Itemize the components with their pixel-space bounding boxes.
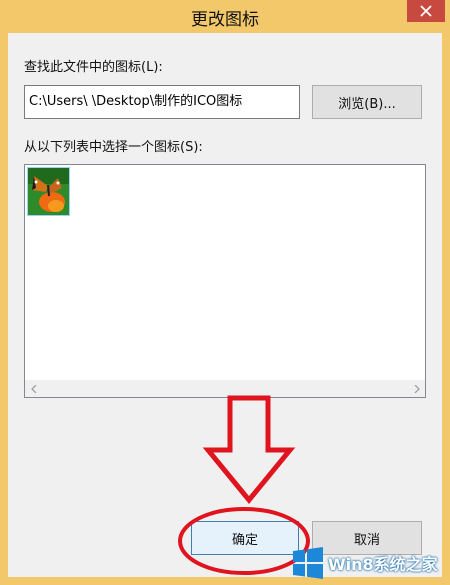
scroll-left-button[interactable] [25, 380, 42, 397]
file-field-label: 查找此文件中的图标(L): [24, 60, 163, 75]
close-icon [420, 5, 432, 17]
windows-logo-icon [293, 547, 323, 579]
title-bar[interactable]: 更改图标 [0, 0, 450, 33]
ok-button[interactable]: 确定 [191, 521, 299, 555]
watermark: Win8系统之家 [292, 545, 450, 585]
dialog-body: 查找此文件中的图标(L): C:\Users\ \Desktop\制作的ICO图… [8, 33, 442, 577]
icon-list-item[interactable] [27, 167, 70, 216]
chevron-left-icon [30, 384, 36, 393]
horizontal-scrollbar[interactable] [25, 380, 425, 397]
icon-listbox[interactable] [24, 164, 426, 398]
icon-file-path-input[interactable]: C:\Users\ \Desktop\制作的ICO图标 [24, 85, 300, 119]
close-button[interactable] [407, 0, 445, 22]
icon-list-label: 从以下列表中选择一个图标(S): [24, 140, 203, 155]
scroll-right-button[interactable] [408, 380, 425, 397]
window-title: 更改图标 [191, 10, 259, 30]
butterfly-flower-icon [28, 168, 69, 215]
browse-button[interactable]: 浏览(B)... [312, 85, 422, 119]
watermark-text: Win8系统之家 [328, 555, 438, 574]
chevron-right-icon [414, 384, 420, 393]
change-icon-dialog: 更改图标 查找此文件中的图标(L): C:\Users\ \Desktop\制作… [0, 0, 450, 585]
